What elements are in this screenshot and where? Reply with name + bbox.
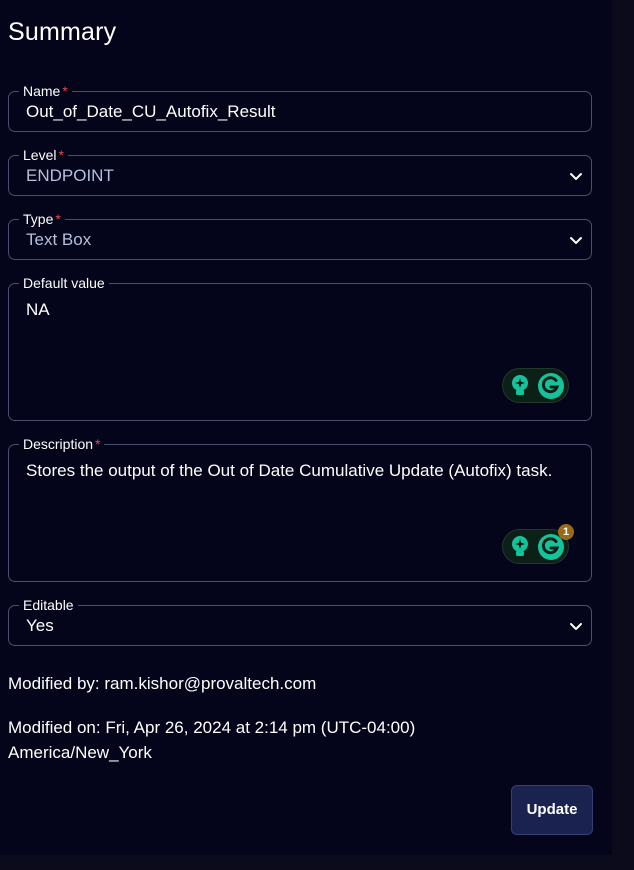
page-title: Summary — [8, 18, 117, 46]
description-text: Stores the output of the Out of Date Cum… — [26, 461, 553, 480]
type-value: Text Box — [26, 230, 92, 249]
default-value-label: Default value — [19, 275, 109, 291]
type-select[interactable]: Type * Text Box — [8, 211, 592, 260]
grammarly-widget[interactable]: 1 — [502, 524, 574, 564]
grammarly-widget[interactable] — [502, 368, 569, 403]
editable-value: Yes — [26, 616, 54, 635]
required-mark: * — [95, 436, 101, 452]
chevron-down-icon[interactable] — [569, 619, 583, 633]
modified-on: Modified on: Fri, Apr 26, 2024 at 2:14 p… — [8, 718, 416, 737]
level-label: Level * — [19, 147, 68, 163]
type-label: Type * — [19, 211, 65, 227]
modified-timezone: America/New_York — [8, 743, 152, 762]
level-value: ENDPOINT — [26, 166, 114, 185]
grammarly-badge: 1 — [558, 524, 574, 540]
level-select[interactable]: Level * ENDPOINT — [8, 147, 592, 196]
editable-select[interactable]: Editable Yes — [8, 597, 592, 646]
summary-panel: Summary Name * Out_of_Date_CU_Autofix_Res… — [0, 0, 612, 855]
required-mark: * — [62, 83, 68, 99]
default-value-text: NA — [26, 300, 50, 319]
required-mark: * — [55, 211, 61, 227]
default-value-textarea[interactable]: Default value NA — [8, 275, 592, 421]
required-mark: * — [58, 147, 64, 163]
bulb-icon[interactable] — [510, 374, 530, 398]
name-field[interactable]: Name * Out_of_Date_CU_Autofix_Result — [8, 83, 592, 132]
name-label: Name * — [19, 83, 72, 99]
modified-by: Modified by: ram.kishor@provaltech.com — [8, 674, 317, 693]
name-value: Out_of_Date_CU_Autofix_Result — [26, 102, 276, 121]
grammarly-icon[interactable] — [537, 372, 565, 400]
description-textarea[interactable]: Description * Stores the output of the Ou… — [8, 436, 592, 582]
editable-label: Editable — [19, 597, 78, 613]
bulb-icon[interactable] — [510, 535, 530, 559]
chevron-down-icon[interactable] — [569, 233, 583, 247]
description-label: Description * — [19, 436, 105, 452]
chevron-down-icon[interactable] — [569, 169, 583, 183]
update-button[interactable]: Update — [511, 785, 593, 835]
